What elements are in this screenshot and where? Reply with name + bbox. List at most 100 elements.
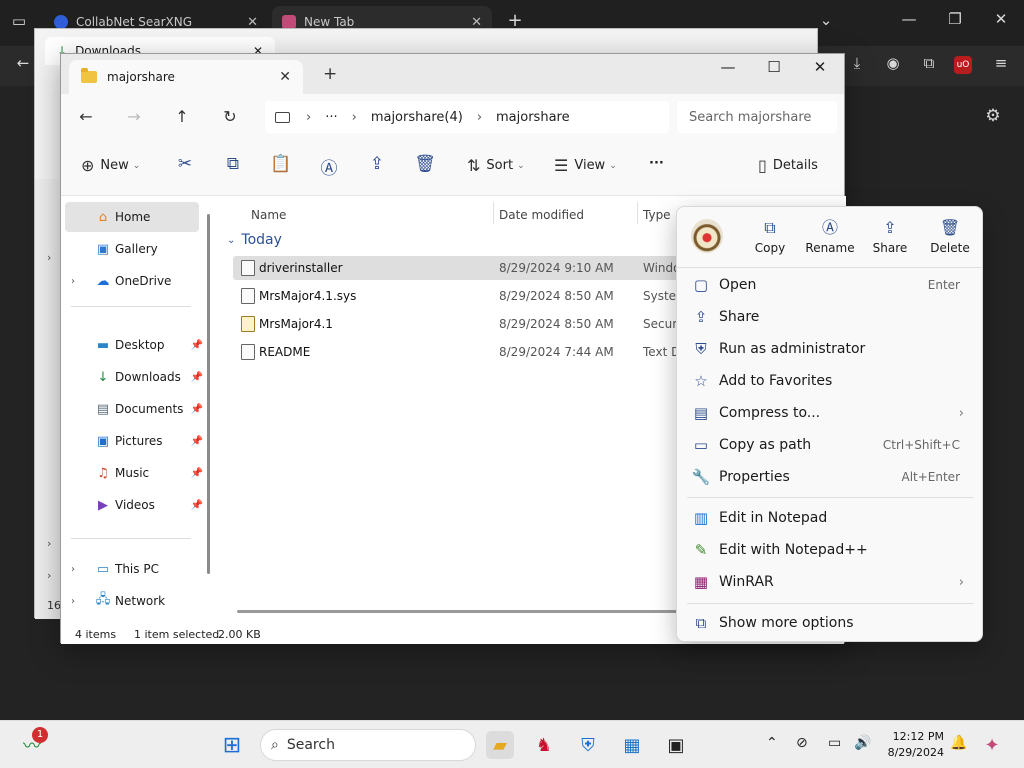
copy-button[interactable]: ⧉ Copy	[741, 217, 799, 263]
pin-icon[interactable]: 📌	[191, 372, 203, 383]
nav-item-music[interactable]: ♫ Music 📌	[65, 458, 203, 488]
back-icon[interactable]: ←	[12, 54, 34, 72]
menu-item-open[interactable]: ▢ Open Enter	[683, 270, 978, 300]
new-button[interactable]: ⊕ New ⌄	[81, 156, 140, 175]
new-tab-icon[interactable]: +	[323, 64, 337, 84]
column-divider[interactable]	[493, 202, 494, 224]
pin-icon[interactable]: 📌	[191, 500, 203, 511]
menu-item-properties[interactable]: 🔧 Properties Alt+Enter	[683, 462, 978, 492]
taskbar-search[interactable]: ⌕ Search	[260, 729, 476, 761]
menu-item-run-as-admin[interactable]: ⛨ Run as administrator	[683, 334, 978, 364]
extensions-icon[interactable]: ⧉	[918, 54, 940, 72]
terminal-icon[interactable]: ▣	[662, 731, 690, 759]
breadcrumb-ellipsis[interactable]: ···	[325, 110, 337, 125]
nav-item-pictures[interactable]: ▣ Pictures 📌	[65, 426, 203, 456]
group-header-today[interactable]: ⌄ Today	[227, 232, 282, 248]
nav-item-videos[interactable]: ▶ Videos 📌	[65, 490, 203, 520]
pin-icon[interactable]: 📌	[191, 468, 203, 479]
nav-item-home[interactable]: ⌂ Home	[65, 202, 199, 232]
menu-item-show-more-options[interactable]: ⧉ Show more options	[683, 608, 978, 638]
menu-item-edit-with-notepadpp[interactable]: ✎ Edit with Notepad++	[683, 535, 978, 565]
back-icon[interactable]: ←	[75, 107, 97, 126]
menu-item-add-to-favorites[interactable]: ☆ Add to Favorites	[683, 366, 978, 396]
pin-icon[interactable]: 📌	[191, 404, 203, 415]
view-button[interactable]: ☰ View ⌄	[554, 156, 617, 175]
horizontal-scrollbar[interactable]	[237, 610, 677, 613]
sort-button[interactable]: ⇅ Sort ⌄	[467, 156, 525, 175]
nav-item-documents[interactable]: ▤ Documents 📌	[65, 394, 203, 424]
column-header-date[interactable]: Date modified	[499, 208, 584, 222]
column-header-type[interactable]: Type	[643, 208, 671, 222]
delete-icon[interactable]: 🗑	[414, 154, 436, 174]
share-button[interactable]: ⇪ Share	[861, 217, 919, 263]
expand-icon[interactable]: ›	[47, 251, 51, 264]
file-explorer-icon[interactable]: ▰	[486, 731, 514, 759]
maximize-icon[interactable]: ☐	[759, 58, 789, 76]
rename-icon[interactable]: Ⓐ	[318, 154, 340, 179]
delete-button[interactable]: 🗑 Delete	[921, 217, 979, 263]
maximize-icon[interactable]: ❐	[944, 10, 966, 28]
tab-actions-icon[interactable]: ▭	[8, 12, 30, 30]
close-icon[interactable]: ✕	[990, 10, 1012, 28]
refresh-icon[interactable]: ↻	[219, 107, 241, 126]
forward-icon[interactable]: →	[123, 107, 145, 126]
breadcrumb-current[interactable]: majorshare	[496, 110, 570, 125]
up-icon[interactable]: ↑	[171, 107, 193, 126]
search-input[interactable]: Search majorshare	[677, 101, 837, 133]
network-off-icon[interactable]: ⊘	[796, 735, 808, 751]
bell-icon[interactable]: 🔔	[950, 735, 967, 751]
clock[interactable]: 12:12 PM 8/29/2024	[884, 729, 944, 761]
cut-badge-icon[interactable]	[691, 219, 723, 253]
close-icon[interactable]: ✕	[279, 69, 291, 85]
account-icon[interactable]: ◉	[882, 54, 904, 72]
expand-icon[interactable]: ›	[71, 596, 75, 607]
nav-item-desktop[interactable]: ▬ Desktop 📌	[65, 330, 203, 360]
details-button[interactable]: ▯ Details	[758, 156, 818, 175]
cut-icon[interactable]: ✂	[174, 154, 196, 174]
menu-item-winrar[interactable]: ▦ WinRAR ›	[683, 567, 978, 597]
ublock-icon[interactable]: uO	[954, 56, 972, 74]
minimize-icon[interactable]: —	[898, 10, 920, 28]
app-icon[interactable]: ♞	[530, 731, 558, 759]
menu-item-compress[interactable]: ▤ Compress to... ›	[683, 398, 978, 428]
column-header-name[interactable]: Name	[251, 208, 286, 222]
monitor-icon[interactable]: ▦	[618, 731, 646, 759]
display-icon[interactable]: ▭	[828, 735, 841, 751]
sound-icon[interactable]: 🔊	[854, 735, 871, 751]
pin-icon[interactable]: 📌	[191, 436, 203, 447]
nav-item-gallery[interactable]: ▣ Gallery	[65, 234, 199, 264]
expand-icon[interactable]: ›	[71, 276, 75, 287]
minimize-icon[interactable]: —	[713, 58, 743, 76]
copy-icon[interactable]: ⧉	[222, 154, 244, 174]
nav-item-thispc[interactable]: › ▭ This PC	[65, 554, 199, 584]
menu-icon[interactable]: ≡	[990, 54, 1012, 72]
copilot-icon[interactable]: ✦	[978, 731, 1006, 759]
close-icon[interactable]: ✕	[805, 58, 835, 76]
expand-icon[interactable]: ›	[71, 564, 75, 575]
menu-item-share[interactable]: ⇪ Share	[683, 302, 978, 332]
more-options-button[interactable]: ···	[649, 156, 664, 171]
desktop-icon: ▬	[96, 337, 110, 353]
rename-button[interactable]: Ⓐ Rename	[801, 217, 859, 263]
breadcrumb-parent[interactable]: majorshare(4)	[371, 110, 463, 125]
explorer-tab-majorshare[interactable]: majorshare ✕	[69, 60, 303, 94]
paste-icon[interactable]: 📋	[270, 154, 292, 174]
pin-icon[interactable]: 📌	[191, 340, 203, 351]
expand-icon[interactable]: ›	[47, 537, 51, 550]
breadcrumb[interactable]: › ··· › majorshare(4) › majorshare	[265, 101, 669, 133]
column-divider[interactable]	[637, 202, 638, 224]
nav-item-downloads[interactable]: ↓ Downloads 📌	[65, 362, 203, 392]
menu-item-edit-in-notepad[interactable]: ▥ Edit in Notepad	[683, 503, 978, 533]
defender-icon[interactable]: ⛨	[574, 731, 602, 759]
nav-item-onedrive[interactable]: › ☁ OneDrive	[65, 266, 199, 296]
nav-item-network[interactable]: › 🖧 Network	[65, 586, 199, 616]
menu-item-copy-as-path[interactable]: ▭ Copy as path Ctrl+Shift+C	[683, 430, 978, 460]
chevron-up-icon[interactable]: ⌃	[766, 735, 778, 751]
start-icon[interactable]: ⊞	[218, 731, 246, 759]
expand-icon[interactable]: ›	[47, 569, 51, 582]
share-icon[interactable]: ⇪	[366, 154, 388, 174]
chevron-down-icon[interactable]: ⌄	[816, 11, 836, 29]
gear-icon[interactable]: ⚙	[982, 106, 1004, 126]
download-icon[interactable]: ⤓	[846, 54, 868, 72]
nav-scrollbar[interactable]	[207, 214, 210, 574]
